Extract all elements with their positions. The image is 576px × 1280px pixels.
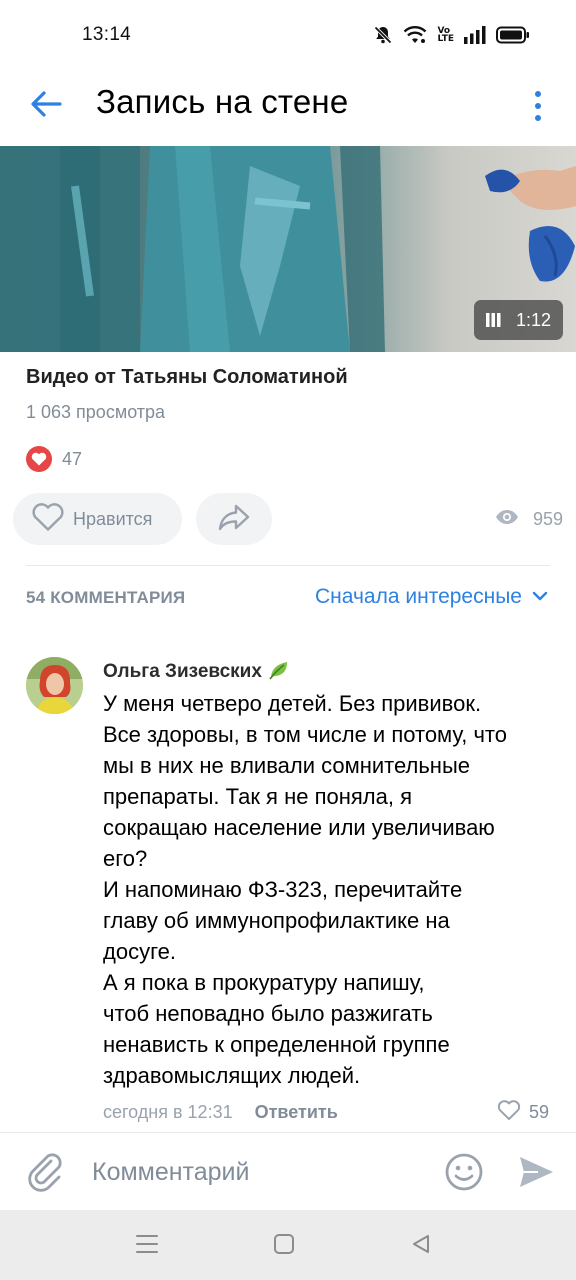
views-count: 959 <box>532 508 563 529</box>
share-button[interactable] <box>196 493 272 545</box>
reply-button[interactable]: Ответить <box>255 1102 338 1123</box>
volte-bottom: LTE <box>437 34 454 44</box>
status-bar: 13:14 Vo LTE <box>0 0 576 70</box>
like-button[interactable]: Нравится <box>13 493 182 545</box>
comment-composer <box>0 1132 576 1210</box>
arrow-left-icon <box>30 90 62 123</box>
share-icon <box>217 503 251 536</box>
attach-button[interactable] <box>24 1151 66 1193</box>
comment-footer: сегодня в 12:31 Ответить 59 <box>103 1095 553 1129</box>
comments-count-header: 54 КОММЕНТАРИЯ <box>26 588 186 607</box>
menu-icon <box>135 1233 159 1260</box>
views-counter: 959 <box>495 493 563 545</box>
reaction-count: 47 <box>62 448 83 469</box>
status-icons: Vo LTE <box>373 25 530 45</box>
emoji-button[interactable] <box>444 1152 484 1192</box>
comment-input[interactable] <box>92 1151 422 1193</box>
leaf-emoji-icon <box>268 660 290 685</box>
send-button[interactable] <box>516 1152 556 1192</box>
nav-back-button[interactable] <box>407 1232 435 1260</box>
comment-text: У меня четверо детей. Без прививок. Все … <box>103 691 507 1088</box>
comments-sort-select[interactable]: Сначала интересные <box>315 585 548 609</box>
app-header: Запись на стене <box>0 70 576 146</box>
back-triangle-icon <box>410 1233 432 1260</box>
heart-outline-icon <box>31 502 65 537</box>
sort-label: Сначала интересные <box>315 585 522 608</box>
divider <box>26 565 550 566</box>
comment-body: Ольга Зизевских У меня четверо детей. Бе… <box>103 655 553 1129</box>
more-dot <box>535 91 541 97</box>
mute-bell-icon <box>373 25 393 45</box>
paperclip-icon <box>24 1153 66 1197</box>
more-dot <box>535 103 541 109</box>
pause-bars-icon <box>485 312 502 328</box>
comment-author[interactable]: Ольга Зизевских <box>103 661 262 683</box>
comment-date: сегодня в 12:31 <box>103 1101 233 1122</box>
home-square-icon <box>273 1233 295 1260</box>
comment-author-row: Ольга Зизевских <box>103 655 553 689</box>
comment-likes-count: 59 <box>528 1101 549 1122</box>
video-title[interactable]: Видео от Татьяны Соломатиной <box>26 366 348 389</box>
signal-icon <box>464 26 486 44</box>
heart-outline-icon <box>497 1099 521 1126</box>
nav-menu-button[interactable] <box>133 1232 161 1260</box>
like-label: Нравится <box>73 508 153 529</box>
more-dot <box>535 115 541 121</box>
wifi-icon <box>403 25 427 45</box>
reactions-summary[interactable]: 47 <box>26 446 82 472</box>
battery-icon <box>496 26 530 44</box>
video-duration: 1:12 <box>515 309 551 330</box>
heart-reaction-icon <box>26 446 52 472</box>
eye-icon <box>495 509 519 530</box>
video-view-count: 1 063 просмотра <box>26 402 166 422</box>
nav-home-button[interactable] <box>270 1232 298 1260</box>
send-icon <box>516 1157 556 1196</box>
more-button[interactable] <box>518 84 558 128</box>
comment-like-button[interactable]: 59 <box>497 1095 549 1129</box>
system-nav-bar <box>0 1210 576 1280</box>
avatar[interactable] <box>26 657 83 714</box>
post-actions: Нравится 959 <box>13 493 563 545</box>
video-thumbnail[interactable]: 1:12 <box>0 146 576 352</box>
page-title: Запись на стене <box>96 83 349 120</box>
back-button[interactable] <box>24 84 68 128</box>
duration-badge: 1:12 <box>473 300 563 340</box>
smile-icon <box>444 1153 484 1196</box>
status-time: 13:14 <box>82 24 132 45</box>
volte-icon: Vo LTE <box>437 27 454 44</box>
chevron-down-icon <box>532 588 548 606</box>
